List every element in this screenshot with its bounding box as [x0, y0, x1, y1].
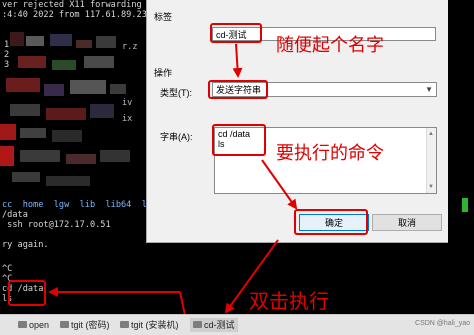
terminal-line: ver rejected X11 forwarding req: [2, 0, 163, 10]
pixelated-block: [20, 150, 60, 162]
pixelated-block: [46, 176, 90, 186]
pixelated-block: [110, 84, 126, 94]
textarea-scrollbar[interactable]: ▲ ▼: [426, 128, 436, 193]
terminal-fragment: iv: [122, 98, 133, 108]
pixelated-block: [18, 56, 46, 68]
string-label: 字串(A):: [160, 132, 193, 142]
pixelated-block: [52, 130, 82, 142]
operation-section-title: 操作: [154, 68, 173, 78]
pixelated-block: [10, 104, 40, 116]
pixelated-block: [6, 78, 40, 92]
folder-icon: [120, 321, 129, 329]
name-annotation: 随便起个名字: [276, 35, 384, 56]
pixelated-block: [76, 40, 92, 48]
pixelated-block: [12, 172, 40, 182]
taskbar-item-cd-test[interactable]: cd-测试: [190, 318, 238, 332]
terminal-line: 3: [4, 60, 10, 70]
pixelated-block: [0, 146, 14, 166]
label-section-title: 标签: [154, 12, 173, 22]
command-annotation: 要执行的命令: [276, 143, 384, 164]
pixelated-block: [0, 124, 16, 140]
pixelated-block: [70, 80, 106, 94]
pixelated-block: [46, 108, 86, 120]
type-label: 类型(T):: [160, 88, 192, 98]
terminal-line: /data: [2, 210, 28, 220]
terminal-fragment: r.z: [122, 42, 138, 52]
doubleclick-annotation: 双击执行: [249, 289, 329, 313]
folder-icon: [193, 321, 202, 329]
ok-highlight-box: [294, 209, 368, 235]
taskbar-item-tgit-password[interactable]: tgit (密码): [60, 318, 110, 332]
pixelated-block: [66, 154, 96, 164]
terminal-highlight-box: [8, 280, 46, 306]
type-highlight-box: [208, 80, 268, 99]
pixelated-block: [44, 84, 64, 96]
terminal-line: ry again.: [2, 240, 49, 250]
chevron-down-icon[interactable]: ▼: [425, 83, 433, 97]
watermark: CSDN @hali_yao: [415, 320, 470, 327]
terminal-ls-output: cc home lgw lib lib64 lost: [2, 200, 163, 210]
terminal-line: ^C: [2, 264, 13, 274]
terminal-scroll-indicator: [462, 198, 468, 212]
terminal-line: ssh root@172.17.0.51: [2, 220, 111, 230]
terminal-fragment: ix: [122, 114, 133, 124]
pixelated-block: [10, 32, 24, 46]
taskbar-item-open[interactable]: open: [18, 318, 49, 332]
pixelated-block: [100, 150, 130, 162]
pixelated-block: [50, 34, 72, 46]
pixelated-block: [26, 36, 44, 46]
command-highlight-box: [212, 124, 266, 156]
name-highlight-box: [210, 23, 262, 43]
terminal-line: :4:40 2022 from 117.61.89.23: [2, 10, 147, 20]
pixelated-block: [52, 60, 76, 70]
pixelated-block: [90, 104, 114, 118]
folder-icon: [60, 321, 69, 329]
folder-icon: [18, 321, 27, 329]
cancel-button[interactable]: 取消: [372, 214, 442, 231]
terminal-line: 1: [4, 40, 10, 50]
scroll-up-icon[interactable]: ▲: [428, 129, 434, 139]
taskbar-item-tgit-installer[interactable]: tgit (安装机): [120, 318, 179, 332]
scroll-down-icon[interactable]: ▼: [428, 182, 434, 192]
pixelated-block: [84, 56, 114, 68]
pixelated-block: [20, 128, 46, 138]
taskbar: open tgit (密码) tgit (安装机) cd-测试 CSDN @ha…: [0, 314, 474, 335]
pixelated-block: [96, 36, 116, 48]
terminal-line: 2: [4, 50, 10, 60]
